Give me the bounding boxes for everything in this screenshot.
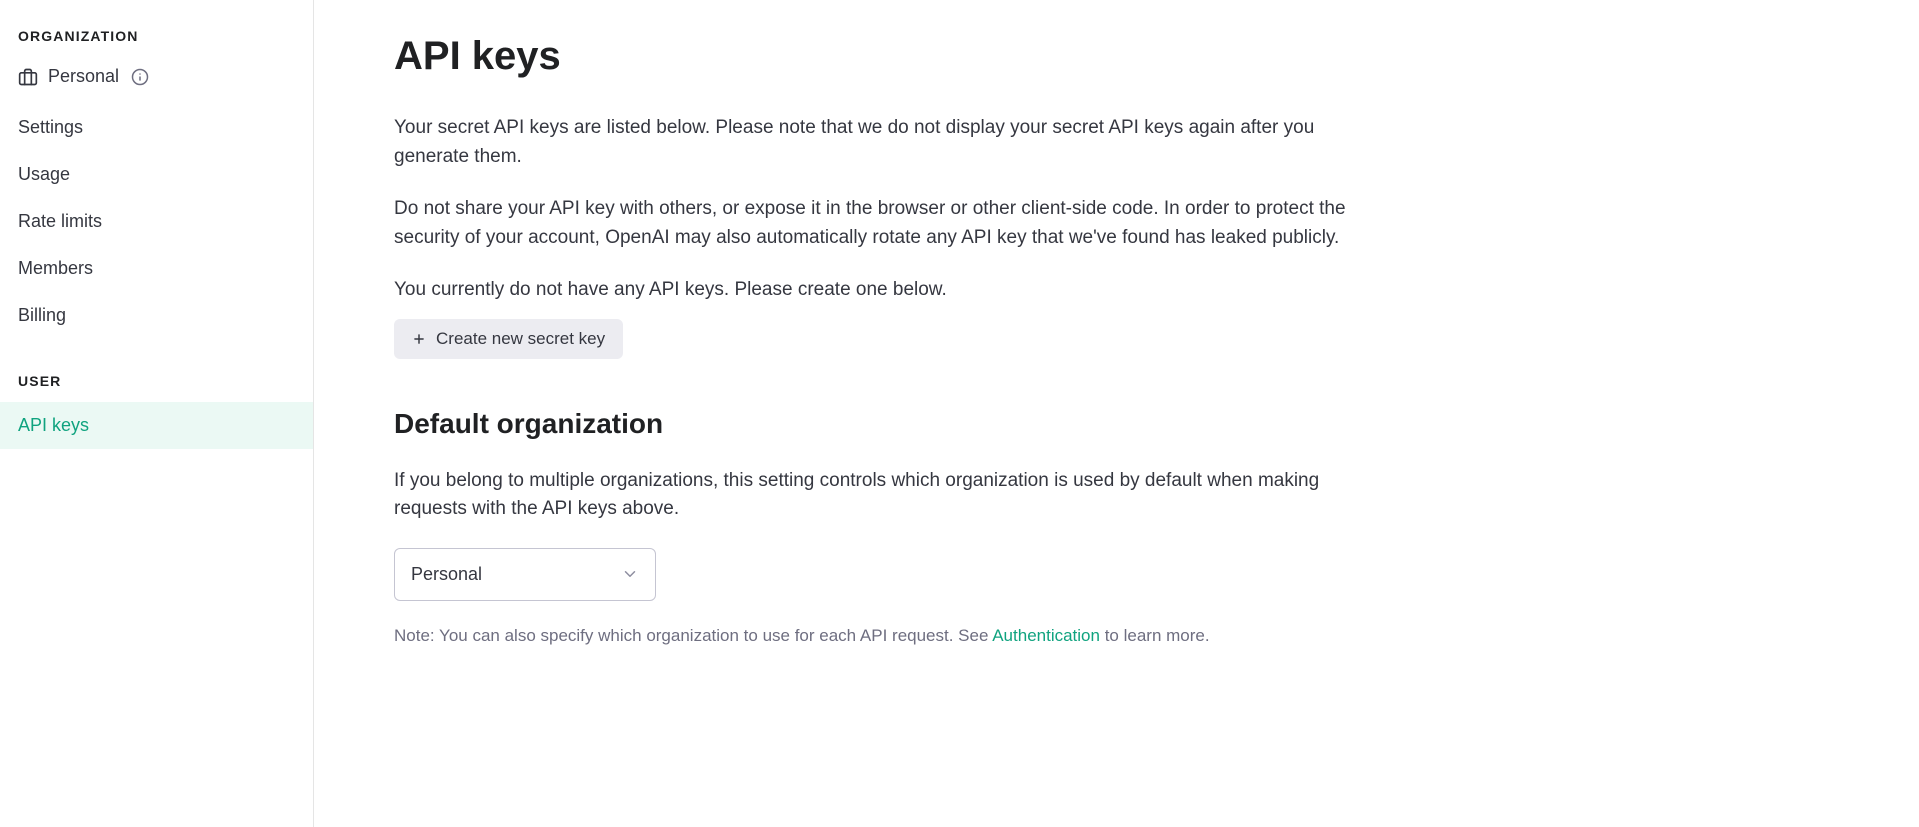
default-org-heading: Default organization: [394, 403, 1394, 445]
empty-state-text: You currently do not have any API keys. …: [394, 276, 1394, 305]
chevron-down-icon: [621, 565, 639, 583]
authentication-link[interactable]: Authentication: [992, 626, 1100, 645]
sidebar-item-api-keys[interactable]: API keys: [0, 402, 313, 449]
org-select[interactable]: Personal: [394, 548, 656, 601]
note-suffix: to learn more.: [1100, 626, 1210, 645]
create-button-label: Create new secret key: [436, 329, 605, 349]
intro-paragraph-1: Your secret API keys are listed below. P…: [394, 114, 1394, 171]
intro-paragraph-2: Do not share your API key with others, o…: [394, 195, 1394, 252]
main-content: API keys Your secret API keys are listed…: [314, 0, 1474, 827]
sidebar-item-label: Rate limits: [18, 211, 102, 231]
sidebar-item-label: Usage: [18, 164, 70, 184]
briefcase-icon: [18, 67, 38, 87]
org-note: Note: You can also specify which organiz…: [394, 623, 1394, 649]
org-selector-row[interactable]: Personal: [0, 57, 313, 104]
sidebar-item-label: Billing: [18, 305, 66, 325]
sidebar-item-label: Members: [18, 258, 93, 278]
sidebar-item-label: API keys: [18, 415, 89, 435]
create-secret-key-button[interactable]: Create new secret key: [394, 319, 623, 359]
plus-icon: [412, 332, 426, 346]
sidebar: ORGANIZATION Personal Settings Usage Rat…: [0, 0, 314, 827]
user-section-header: USER: [0, 371, 313, 402]
page-title: API keys: [394, 26, 1394, 86]
sidebar-item-rate-limits[interactable]: Rate limits: [0, 198, 313, 245]
info-icon[interactable]: [131, 68, 149, 86]
note-prefix: Note: You can also specify which organiz…: [394, 626, 992, 645]
sidebar-item-usage[interactable]: Usage: [0, 151, 313, 198]
sidebar-item-members[interactable]: Members: [0, 245, 313, 292]
sidebar-item-label: Settings: [18, 117, 83, 137]
sidebar-item-billing[interactable]: Billing: [0, 292, 313, 339]
sidebar-item-settings[interactable]: Settings: [0, 104, 313, 151]
org-name: Personal: [48, 63, 119, 90]
org-select-value: Personal: [411, 561, 482, 588]
org-section-header: ORGANIZATION: [0, 26, 313, 57]
default-org-paragraph: If you belong to multiple organizations,…: [394, 467, 1394, 524]
